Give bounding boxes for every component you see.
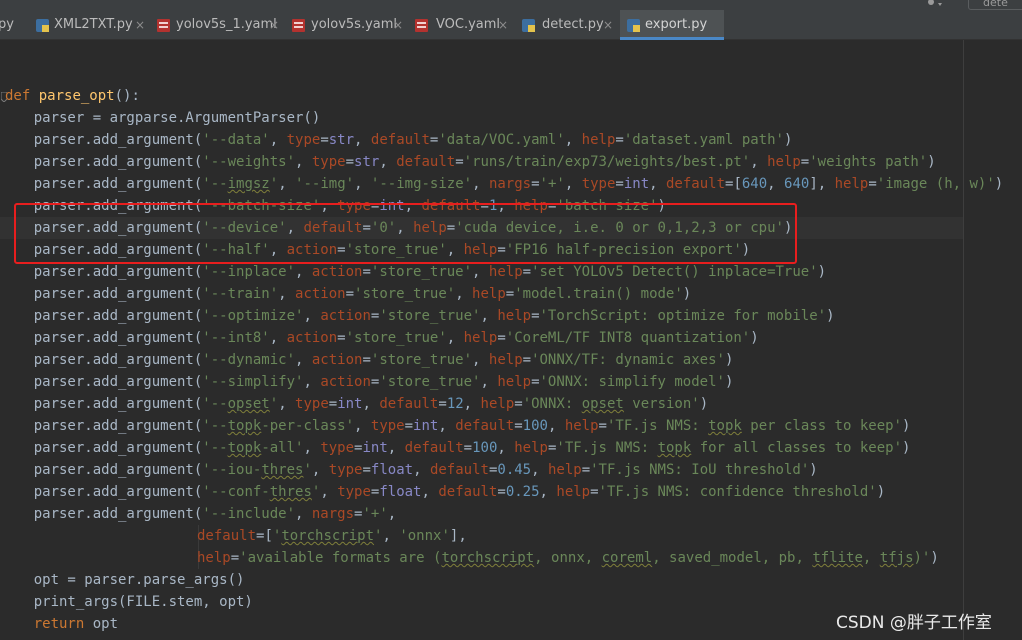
close-icon[interactable]: × bbox=[269, 10, 279, 40]
tab-voc-yaml[interactable]: VOC.yaml × bbox=[409, 10, 515, 40]
tab-label: VOC.yaml bbox=[436, 17, 501, 32]
code-line: parser.add_argument('--opset', type=int,… bbox=[0, 396, 709, 412]
code-line: parser.add_argument('--simplify', action… bbox=[0, 374, 734, 390]
tab-xml2txt[interactable]: XML2TXT.py × bbox=[27, 10, 152, 40]
close-icon[interactable]: × bbox=[603, 10, 613, 40]
python-file-icon bbox=[36, 19, 49, 32]
yaml-file-icon bbox=[415, 19, 428, 32]
highlight-annotation-box bbox=[14, 203, 797, 264]
run-config-label: dete bbox=[983, 0, 1008, 9]
tab-label: yolov5s_1.yaml bbox=[176, 17, 277, 32]
code-line: parser.add_argument('--data', type=str, … bbox=[0, 132, 793, 148]
python-file-icon bbox=[522, 19, 535, 32]
code-line: parser.add_argument('--dynamic', action=… bbox=[0, 352, 734, 368]
code-line: parser.add_argument('--topk-per-class', … bbox=[0, 418, 911, 434]
tab-label: XML2TXT.py bbox=[54, 17, 133, 32]
code-line: parser.add_argument('--optimize', action… bbox=[0, 308, 835, 324]
yaml-file-icon bbox=[292, 19, 305, 32]
editor-tab-bar: py XML2TXT.py × yolov5s_1.yaml × yolov5s… bbox=[0, 0, 1022, 40]
tab-yolov5s-1-yaml[interactable]: yolov5s_1.yaml × bbox=[152, 10, 285, 40]
code-line: return opt bbox=[33, 616, 119, 632]
code-line: opt = parser.parse_args() bbox=[0, 572, 245, 588]
code-line: help='available formats are (torchscript… bbox=[197, 550, 939, 566]
python-file-icon bbox=[627, 19, 640, 32]
tab-export-py[interactable]: export.py bbox=[620, 10, 724, 40]
code-line: parser.add_argument('--int8', action='st… bbox=[0, 330, 759, 346]
code-line: parser.add_argument('--iou-thres', type=… bbox=[0, 462, 818, 478]
csdn-watermark: CSDN @胖子工作室 bbox=[836, 613, 992, 633]
code-line: def parse_opt(): bbox=[5, 88, 140, 104]
right-margin-guide bbox=[963, 40, 964, 640]
close-icon[interactable]: × bbox=[498, 10, 508, 40]
close-icon[interactable]: × bbox=[135, 10, 145, 40]
code-line: parser.add_argument('--conf-thres', type… bbox=[0, 484, 886, 500]
code-line: parser.add_argument('--train', action='s… bbox=[0, 286, 692, 302]
user-icon[interactable] bbox=[925, 0, 943, 8]
code-line: parser.add_argument('--topk-all', type=i… bbox=[0, 440, 911, 456]
code-line: parser.add_argument('--inplace', action=… bbox=[0, 264, 827, 280]
tab-label: py bbox=[0, 17, 14, 32]
code-line: print_args(FILE.stem, opt) bbox=[0, 594, 253, 610]
tab-py-partial[interactable]: py bbox=[0, 10, 26, 40]
run-config-selector[interactable]: dete bbox=[968, 0, 1022, 10]
code-line: parser.add_argument('--weights', type=st… bbox=[0, 154, 936, 170]
tab-label: export.py bbox=[645, 17, 708, 32]
close-icon[interactable]: × bbox=[393, 10, 403, 40]
tab-detect-py[interactable]: detect.py × bbox=[516, 10, 618, 40]
code-line: parser = argparse.ArgumentParser() bbox=[0, 110, 321, 126]
code-line: default=['torchscript', 'onnx'], bbox=[197, 528, 467, 544]
tab-label: yolov5s.yaml bbox=[311, 17, 398, 32]
code-line: parser.add_argument('--include', nargs='… bbox=[0, 506, 397, 522]
tab-yolov5s-yaml[interactable]: yolov5s.yaml × bbox=[286, 10, 408, 40]
tab-label: detect.py bbox=[542, 17, 604, 32]
code-line: parser.add_argument('--imgsz', '--img', … bbox=[0, 176, 1004, 192]
yaml-file-icon bbox=[157, 19, 170, 32]
